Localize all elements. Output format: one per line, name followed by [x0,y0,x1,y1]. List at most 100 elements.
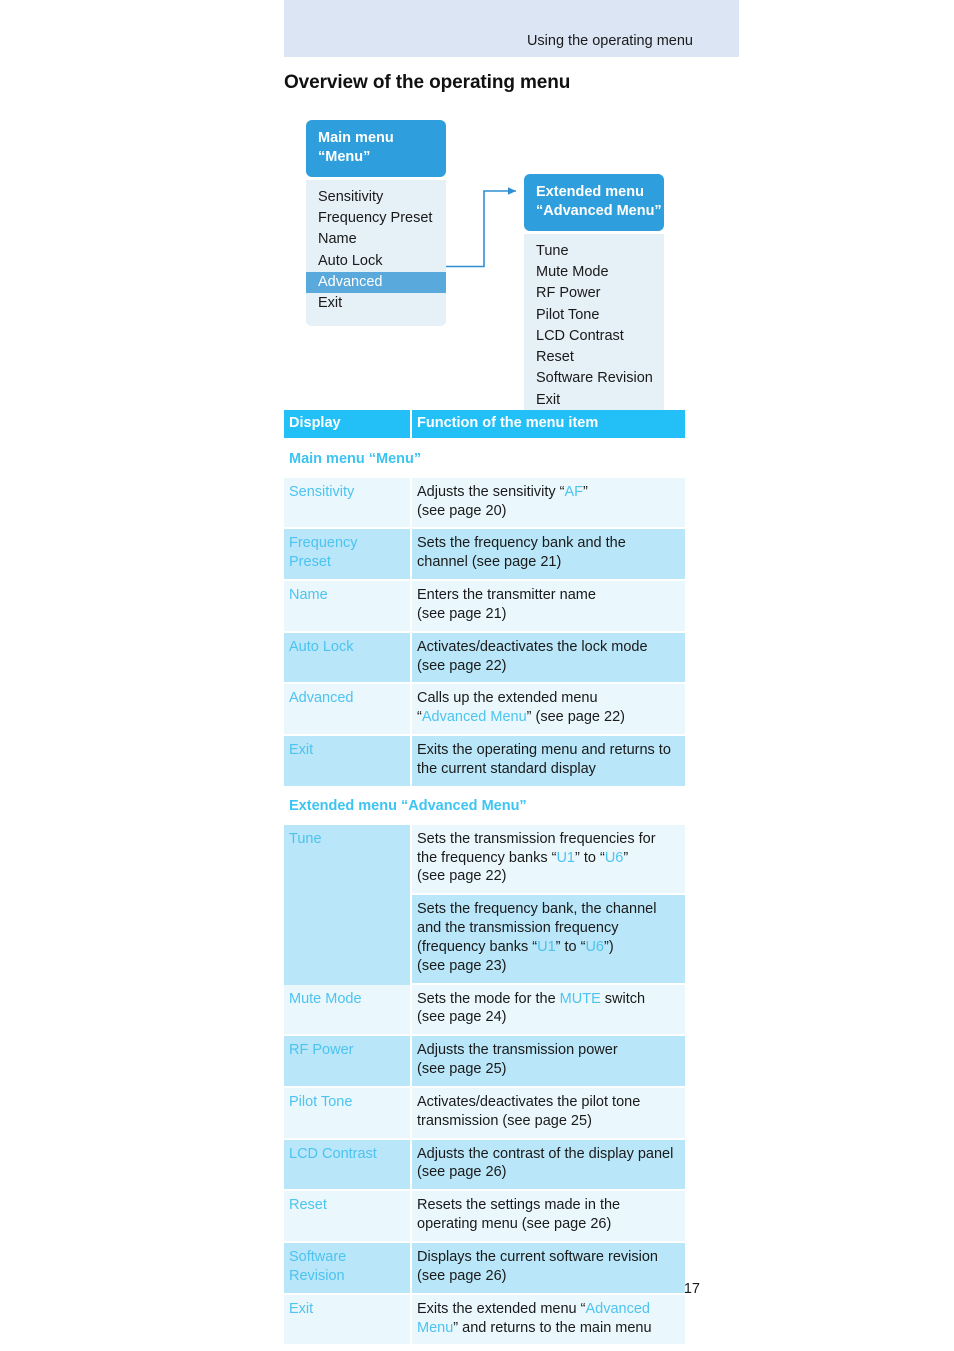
description-text: ” [583,483,588,500]
diagram-menu-item[interactable]: Reset [524,347,664,368]
description-text: Enters the transmitter name [417,587,596,604]
display-label-cell: Frequency Preset [284,529,412,582]
highlighted-term: Advanced Menu [421,709,527,726]
display-label-cell: Name [284,581,412,633]
diagram-menu-item[interactable]: Mute Mode [524,262,664,283]
table-row: Auto Lock Activates/deactivates the lock … [284,632,685,685]
table-row: Exit Exits the extended menu “Advanced Me… [284,1294,685,1347]
description-text: Activates/deactivates the lock mode [417,638,648,655]
table-row: LCD Contrast Adjusts the contrast of the … [284,1139,685,1192]
running-header-band: Using the operating menu [284,0,739,57]
function-description-cell: Sets the transmission frequencies for th… [412,824,685,896]
display-label-cell: Exit [284,736,412,788]
display-label-cell: Exit [284,1294,412,1347]
description-text: ” to “ [555,938,586,955]
diagram-advanced-menu-box: Extended menu “Advanced Menu” Tune Mute M… [524,174,664,423]
function-description-cell: Adjusts the contrast of the display pane… [412,1139,685,1192]
display-label-cell: Reset [284,1191,412,1243]
highlighted-term: AF [564,483,584,500]
column-header-display: Display [284,410,412,441]
table-section-heading-row: Main menu “Menu” [284,440,685,478]
diagram-menu-item[interactable]: Advanced [306,271,446,294]
diagram-menu-item[interactable]: Software Revision [524,368,664,389]
display-label-cell: Tune [284,824,412,985]
diagram-menu-item[interactable]: Pilot Tone [524,305,664,326]
diagram-menu-item[interactable]: LCD Contrast [524,326,664,347]
advanced-menu-title-line2: “Advanced Menu” [536,202,662,219]
highlighted-term: U6 [585,938,604,955]
description-text: (see page 21) [417,605,507,622]
description-text: Adjusts the transmission power [417,1042,618,1059]
function-description-cell: Adjusts the transmission power (see page … [412,1036,685,1088]
description-text: ” [623,849,629,866]
description-text: Adjusts the contrast of the display pane… [417,1145,674,1181]
diagram-menu-item[interactable]: RF Power [524,283,664,304]
table-section-heading: Main menu “Menu” [284,440,685,478]
highlighted-term: MUTE [559,990,601,1007]
description-text: ” (see page 22) [526,709,625,726]
display-label-cell: Sensitivity [284,477,412,530]
description-text: ” and returns to the main menu [453,1319,652,1336]
display-label-cell: RF Power [284,1036,412,1088]
table-row: Reset Resets the settings made in the ope… [284,1191,685,1243]
function-description-cell: Sets the frequency bank and the channel … [412,529,685,582]
description-text: (see page 23) [417,957,507,974]
table-row: Mute Mode Sets the mode for the MUTE swit… [284,984,685,1037]
diagram-menu-item[interactable]: Name [306,229,446,250]
advanced-menu-title-line1: Extended menu [536,184,644,200]
table-header-row: Display Function of the menu item [284,410,685,441]
diagram-menu-item[interactable]: Tune [524,241,664,262]
running-header-text: Using the operating menu [526,33,693,49]
diagram-menu-item[interactable]: Exit [306,293,446,314]
description-text: Sets the mode for the [417,990,560,1007]
diagram-menu-item[interactable]: Sensitivity [306,187,446,208]
page-number: 17 [683,1281,700,1297]
main-menu-item-list: Sensitivity Frequency Preset Name Auto Lock… [306,179,446,327]
function-description-cell: Exits the operating menu and returns to … [412,736,685,788]
table-row: Pilot Tone Activates/deactivates the pilo… [284,1087,685,1140]
main-menu-title-line1: Main menu [318,130,394,146]
description-text: Exits the operating menu and returns to … [417,742,671,777]
table-row: Tune Sets the transmission frequencies fo… [284,824,685,985]
display-label-cell: Auto Lock [284,632,412,685]
diagram-menu-item[interactable]: Frequency Preset [306,208,446,229]
function-description-cell: Enters the transmitter name (see page 21) [412,581,685,633]
description-text: Sets the frequency bank and the channel … [417,535,626,571]
function-description-cell: Sets the frequency bank, the channel and… [412,895,685,985]
diagram-main-menu-box: Main menu “Menu” Sensitivity Frequency Pr… [306,120,446,327]
highlighted-term: U1 [537,938,556,955]
diagram-menu-item[interactable]: Exit [524,390,664,411]
description-text: (see page 25) [417,1061,507,1078]
description-text: ”) [604,938,614,955]
table-row: Name Enters the transmitter name (see page… [284,581,685,633]
advanced-menu-item-list: Tune Mute Mode RF Power Pilot Tone LCD Contr… [524,233,664,423]
function-description-cell: Adjusts the sensitivity “AF” (see page 20… [412,477,685,530]
display-label-cell: Pilot Tone [284,1087,412,1140]
function-description-cell: Sets the mode for the MUTE switch (see pa… [412,984,685,1037]
function-description-cell: Calls up the extended menu “Advanced Menu… [412,684,685,737]
display-label-cell: Mute Mode [284,984,412,1037]
function-description-cell: Exits the extended menu “Advanced Menu” … [412,1294,685,1347]
table-row: RF Power Adjusts the transmission power (s… [284,1036,685,1088]
display-label-cell: LCD Contrast [284,1139,412,1192]
display-label-cell: Advanced [284,684,412,737]
diagram-menu-item[interactable]: Auto Lock [306,251,446,272]
description-text: (see page 22) [417,868,507,885]
description-text: Adjusts the sensitivity “ [417,483,565,500]
table-row: Sensitivity Adjusts the sensitivity “AF” (… [284,477,685,530]
main-menu-title-line2: “Menu” [318,148,371,165]
description-text: (see page 24) [417,1009,507,1026]
function-description-cell: Activates/deactivates the lock mode (see … [412,632,685,685]
table-row: Exit Exits the operating menu and returns… [284,736,685,788]
table-section-heading-row: Extended menu “Advanced Menu” [284,787,685,825]
menu-reference-table: Display Function of the menu item Main m… [284,410,685,1347]
highlighted-term: U6 [604,849,624,866]
description-text: (see page 22) [417,657,507,674]
highlighted-term: U1 [556,849,575,866]
description-text: Exits the extended menu “ [417,1300,586,1317]
description-text: Displays the current software revision [417,1249,658,1265]
description-text: ” to “ [575,849,605,866]
menu-structure-diagram: Main menu “Menu” Sensitivity Frequency Pr… [284,112,704,423]
page-title: Overview of the operating menu [284,72,571,93]
description-text: Resets the settings made in the operatin… [417,1197,621,1233]
